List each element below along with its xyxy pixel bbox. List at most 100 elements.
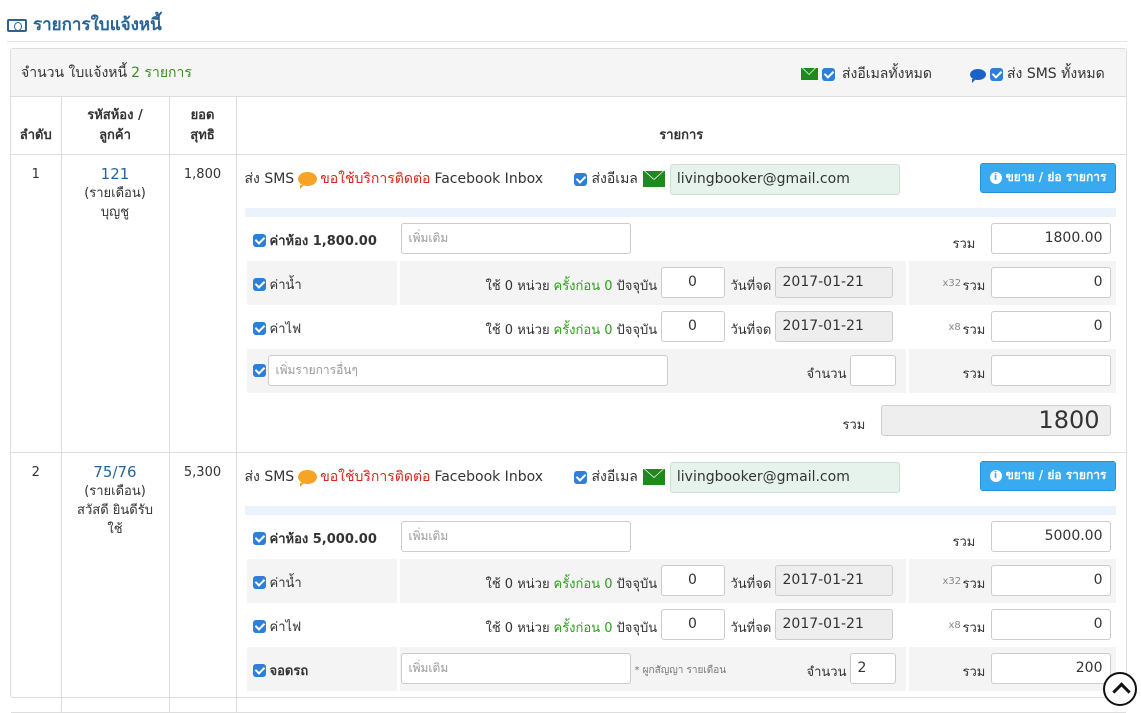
water-total-label: รวม	[962, 576, 986, 592]
send-all-sms-checkbox[interactable]	[990, 67, 1003, 81]
water-checkbox[interactable]	[252, 277, 266, 291]
rent-total-input[interactable]: 5000.00	[990, 520, 1111, 552]
facebook-inbox-label: Facebook Inbox	[434, 468, 543, 485]
parking-checkbox[interactable]	[252, 663, 266, 677]
water-date-label: วันที่จด	[730, 576, 772, 592]
other-total-input[interactable]	[990, 354, 1111, 386]
invoice-panel: จำนวน ใบแจ้งหนี้ 2 รายการ ส่งอีเมลทั้งหม…	[10, 48, 1127, 713]
parking-quantity-label: จำนวน	[806, 664, 847, 680]
water-checkbox[interactable]	[252, 575, 266, 589]
water-current-label: ปัจจุบัน	[616, 278, 658, 294]
other-item-row: เพิ่มรายการอื่นๆ จำนวน รวม	[246, 348, 1116, 393]
water-date-input[interactable]: 2017-01-21	[774, 266, 893, 298]
electric-label-group: ค่าไฟ	[252, 318, 301, 339]
electric-total-label: รวม	[962, 322, 986, 338]
room-link[interactable]: 121	[62, 165, 169, 184]
sms-chat-icon[interactable]	[298, 469, 318, 487]
electric-current-label: ปัจจุบัน	[616, 620, 658, 636]
page-header: รายการใบแจ้งหนี้	[7, 8, 1127, 42]
invoice-count-value: 2 รายการ	[131, 64, 192, 81]
water-date-input[interactable]: 2017-01-21	[774, 564, 893, 596]
table-row: 1 121 (รายเดือน) บุญชู 1,800 ส่ง SMS ขอใ…	[11, 154, 1126, 453]
water-label: ค่าน้ำ	[269, 277, 302, 293]
invoice-order: 2	[11, 452, 62, 713]
electric-previous: ครั้งก่อน 0	[553, 620, 613, 636]
send-email-group: ส่งอีเมล livingbooker@gmail.com	[573, 461, 900, 493]
electric-date-input[interactable]: 2017-01-21	[774, 310, 893, 342]
room-customer-cell: 75/76 (รายเดือน) สวัสดี ยินดีรับใช้	[61, 452, 170, 713]
electric-date-input[interactable]: 2017-01-21	[774, 608, 893, 640]
parking-row: จอดรถ เพิ่มเติม * ผูกสัญญา รายเดือน จำนว…	[246, 646, 1116, 691]
room-link[interactable]: 75/76	[70, 463, 161, 482]
water-used: ใช้ 0 หน่วย	[485, 576, 550, 592]
invoice-detail: ส่ง SMS ขอใช้บริการติดต่อ Facebook Inbox…	[236, 154, 1126, 453]
other-total-label: รวม	[962, 366, 986, 382]
parking-note-input[interactable]: เพิ่มเติม	[400, 652, 631, 684]
sms-service-link[interactable]: ขอใช้บริการติดต่อ	[320, 466, 430, 488]
grand-total-input[interactable]: 1800	[880, 404, 1111, 436]
scroll-to-top-button[interactable]	[1103, 672, 1137, 706]
rental-type: (รายเดือน)	[84, 185, 146, 201]
email-field[interactable]: livingbooker@gmail.com	[669, 461, 900, 493]
col-room-customer: รหัสห้อง / ลูกค้า	[61, 97, 170, 155]
rent-note-input[interactable]: เพิ่มเติม	[400, 222, 631, 254]
panel-heading: จำนวน ใบแจ้งหนี้ 2 รายการ ส่งอีเมลทั้งหม…	[11, 49, 1126, 97]
parking-quantity-input[interactable]: 2	[849, 652, 896, 684]
rent-checkbox[interactable]	[252, 531, 266, 545]
rent-label: ค่าห้อง 1,800.00	[269, 233, 377, 249]
rent-total-input[interactable]: 1800.00	[990, 222, 1111, 254]
invoice-detail: ส่ง SMS ขอใช้บริการติดต่อ Facebook Inbox…	[236, 452, 1127, 713]
send-email-label: ส่งอีเมล	[591, 469, 638, 485]
parking-total-label: รวม	[962, 664, 986, 680]
electric-previous: ครั้งก่อน 0	[553, 322, 613, 338]
sms-service-link[interactable]: ขอใช้บริการติดต่อ	[320, 168, 430, 190]
water-total-input[interactable]: 0	[990, 266, 1111, 298]
electric-checkbox[interactable]	[252, 321, 266, 335]
electric-total-input[interactable]: 0	[990, 608, 1111, 640]
rent-row: ค่าห้อง 1,800.00 เพิ่มเติม รวม 1800.00	[247, 217, 1117, 261]
send-all-email-toggle[interactable]: ส่งอีเมลทั้งหมด	[801, 63, 932, 85]
other-quantity-input[interactable]	[849, 354, 896, 386]
electric-total-label: รวม	[962, 620, 986, 636]
water-total-label: รวม	[962, 278, 986, 294]
rental-type: (รายเดือน)	[84, 483, 146, 499]
sms-chat-icon[interactable]	[298, 171, 318, 189]
water-current-input[interactable]: 0	[660, 266, 725, 298]
send-sms-label[interactable]: ส่ง SMS	[245, 168, 295, 190]
notify-row: ส่ง SMS ขอใช้บริการติดต่อ Facebook Inbox…	[237, 453, 1127, 501]
water-total-input[interactable]: 0	[990, 564, 1111, 596]
parking-total-input[interactable]: 200	[990, 652, 1111, 684]
rent-note-input[interactable]: เพิ่มเติม	[400, 520, 631, 552]
send-sms-label[interactable]: ส่ง SMS	[245, 466, 295, 488]
send-all-sms-toggle[interactable]: ส่ง SMS ทั้งหมด	[970, 63, 1105, 85]
electric-current-input[interactable]: 0	[660, 608, 725, 640]
room-customer-cell: 121 (รายเดือน) บุญชู	[61, 154, 170, 453]
expand-collapse-label: ขยาย / ย่อ รายการ	[1005, 170, 1107, 184]
expand-collapse-button[interactable]: i ขยาย / ย่อ รายการ	[980, 162, 1116, 193]
other-item-checkbox[interactable]	[252, 363, 266, 377]
rent-checkbox[interactable]	[252, 233, 266, 247]
invoice-count-label: จำนวน ใบแจ้งหนี้	[21, 64, 128, 81]
info-icon: i	[989, 469, 1002, 482]
water-previous: ครั้งก่อน 0	[553, 576, 613, 592]
email-field[interactable]: livingbooker@gmail.com	[669, 163, 900, 195]
net-amount: 1,800	[169, 154, 237, 453]
expand-collapse-button[interactable]: i ขยาย / ย่อ รายการ	[980, 460, 1116, 491]
water-label: ค่าน้ำ	[269, 575, 302, 591]
electric-multiplier: x8	[948, 619, 961, 631]
electric-label: ค่าไฟ	[269, 619, 302, 635]
send-email-checkbox[interactable]	[573, 172, 587, 186]
rent-row: ค่าห้อง 5,000.00 เพิ่มเติม รวม 5000.00	[247, 515, 1117, 559]
electric-total-input[interactable]: 0	[990, 310, 1111, 342]
water-current-input[interactable]: 0	[660, 564, 725, 596]
col-net: ยอด สุทธิ	[169, 97, 237, 155]
other-item-input[interactable]: เพิ่มรายการอื่นๆ	[267, 354, 668, 386]
electric-row: ค่าไฟ ใช้ 0 หน่วย ครั้งก่อน 0 ปัจจุบัน 0…	[247, 603, 1117, 647]
electric-checkbox[interactable]	[252, 619, 266, 633]
contract-note: * ผูกสัญญา รายเดือน	[634, 664, 727, 676]
send-all-email-checkbox[interactable]	[822, 67, 835, 81]
col-order: ลำดับ	[11, 97, 62, 155]
send-email-checkbox[interactable]	[573, 470, 587, 484]
water-multiplier: x32	[942, 575, 962, 587]
electric-current-input[interactable]: 0	[660, 310, 725, 342]
